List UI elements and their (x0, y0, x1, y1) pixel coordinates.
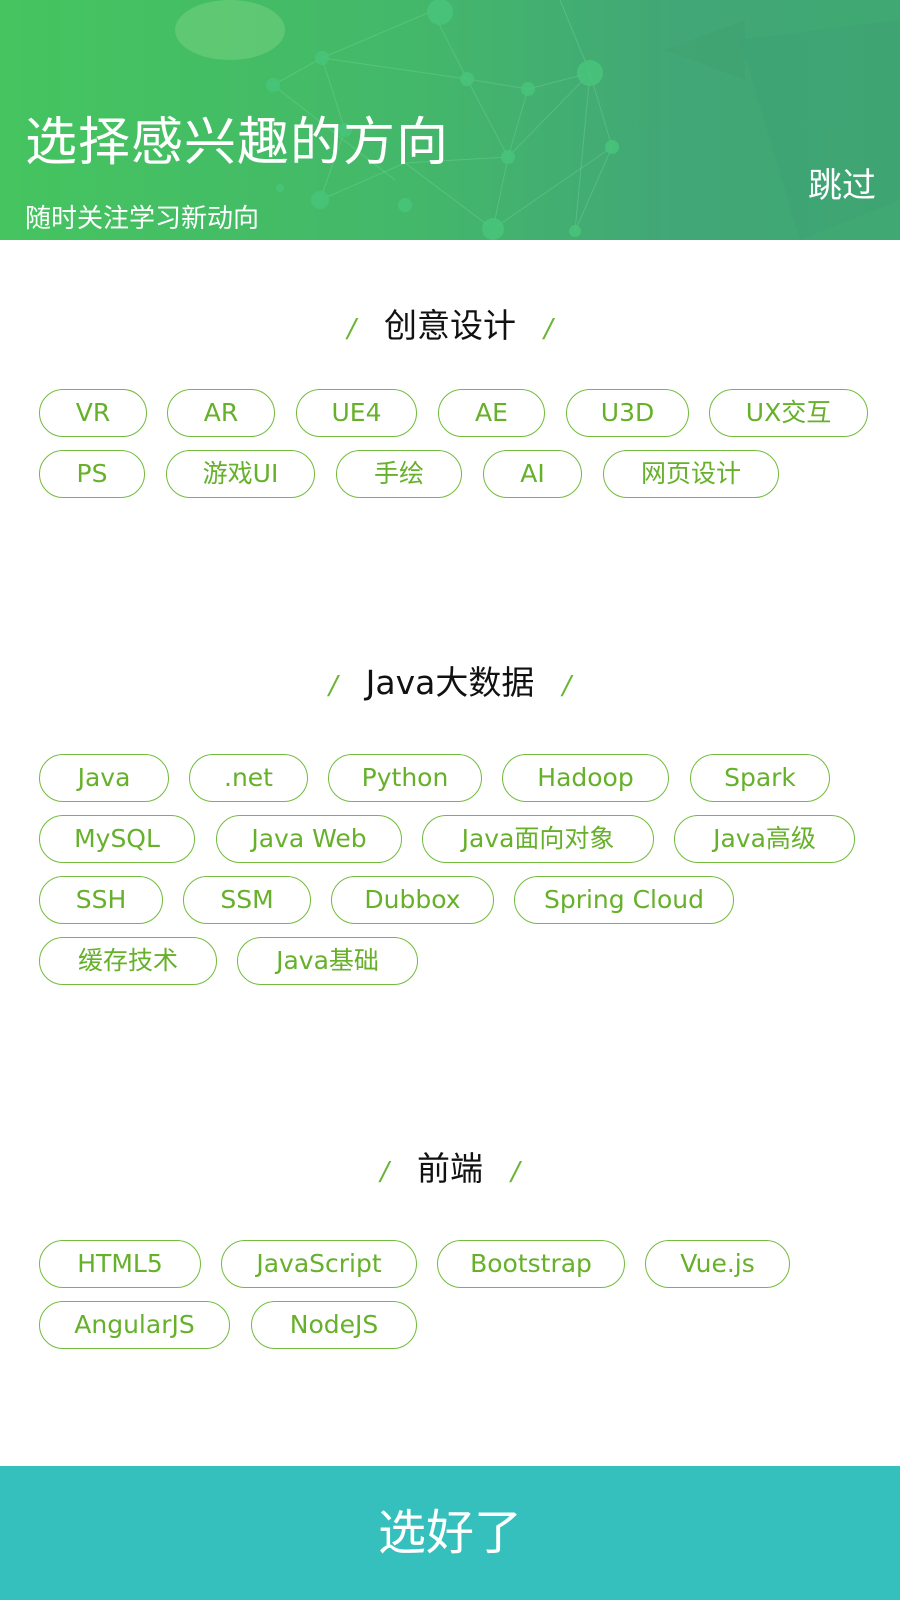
tag-chip[interactable]: UE4 (296, 389, 417, 437)
tag-chip[interactable]: PS (39, 450, 145, 498)
tag-chip[interactable]: 缓存技术 (39, 937, 217, 985)
tag-chip[interactable]: Java (39, 754, 169, 802)
done-button[interactable]: 选好了 (0, 1466, 900, 1600)
tag-chip[interactable]: AE (438, 389, 545, 437)
tag-chip[interactable]: Spring Cloud (514, 876, 734, 924)
tag-chip[interactable]: Java基础 (237, 937, 418, 985)
page-title: 选择感兴趣的方向 (25, 113, 450, 173)
tag-chip[interactable]: AI (483, 450, 582, 498)
tag-chip[interactable]: Java高级 (674, 815, 855, 863)
slash-decoration: / (511, 1157, 520, 1187)
tag-chip[interactable]: Vue.js (645, 1240, 790, 1288)
slash-decoration: / (380, 1157, 389, 1187)
header-banner: 选择感兴趣的方向 随时关注学习新动向 跳过 (0, 0, 900, 240)
tag-chip[interactable]: Dubbox (331, 876, 494, 924)
slash-decoration: / (562, 671, 572, 701)
tag-chip[interactable]: Hadoop (502, 754, 669, 802)
section-title-creative-design: / 创意设计 / (0, 306, 900, 349)
slash-decoration: / (328, 671, 338, 701)
section-title-frontend: / 前端 / (0, 1149, 900, 1192)
section-title-java-big-data: / Java大数据 / (0, 663, 900, 706)
tag-chip[interactable]: U3D (566, 389, 689, 437)
section-title-text: 创意设计 (384, 306, 516, 345)
tag-chip[interactable]: 手绘 (336, 450, 462, 498)
slash-decoration: / (347, 314, 356, 344)
tag-chip[interactable]: Java面向对象 (422, 815, 654, 863)
tag-chip[interactable]: SSH (39, 876, 163, 924)
skip-button[interactable]: 跳过 (808, 166, 876, 207)
slash-decoration: / (544, 314, 553, 344)
section-title-text: Java大数据 (365, 663, 535, 702)
tag-chip[interactable]: Java Web (216, 815, 402, 863)
tag-chip[interactable]: VR (39, 389, 147, 437)
tag-chip[interactable]: AR (167, 389, 275, 437)
tag-chip[interactable]: Python (328, 754, 482, 802)
section-title-text: 前端 (417, 1149, 483, 1188)
tag-chip[interactable]: UX交互 (709, 389, 868, 437)
tag-chip[interactable]: Spark (690, 754, 830, 802)
tag-chip[interactable]: NodeJS (251, 1301, 417, 1349)
tag-chip[interactable]: Bootstrap (437, 1240, 625, 1288)
tag-chip[interactable]: MySQL (39, 815, 195, 863)
tag-chip[interactable]: SSM (183, 876, 311, 924)
page-subtitle: 随时关注学习新动向 (25, 204, 260, 234)
tag-chip[interactable]: 网页设计 (603, 450, 779, 498)
tag-chip[interactable]: JavaScript (221, 1240, 417, 1288)
tag-chip[interactable]: 游戏UI (166, 450, 315, 498)
tag-chip[interactable]: HTML5 (39, 1240, 201, 1288)
tag-chip[interactable]: .net (189, 754, 308, 802)
tag-chip[interactable]: AngularJS (39, 1301, 230, 1349)
